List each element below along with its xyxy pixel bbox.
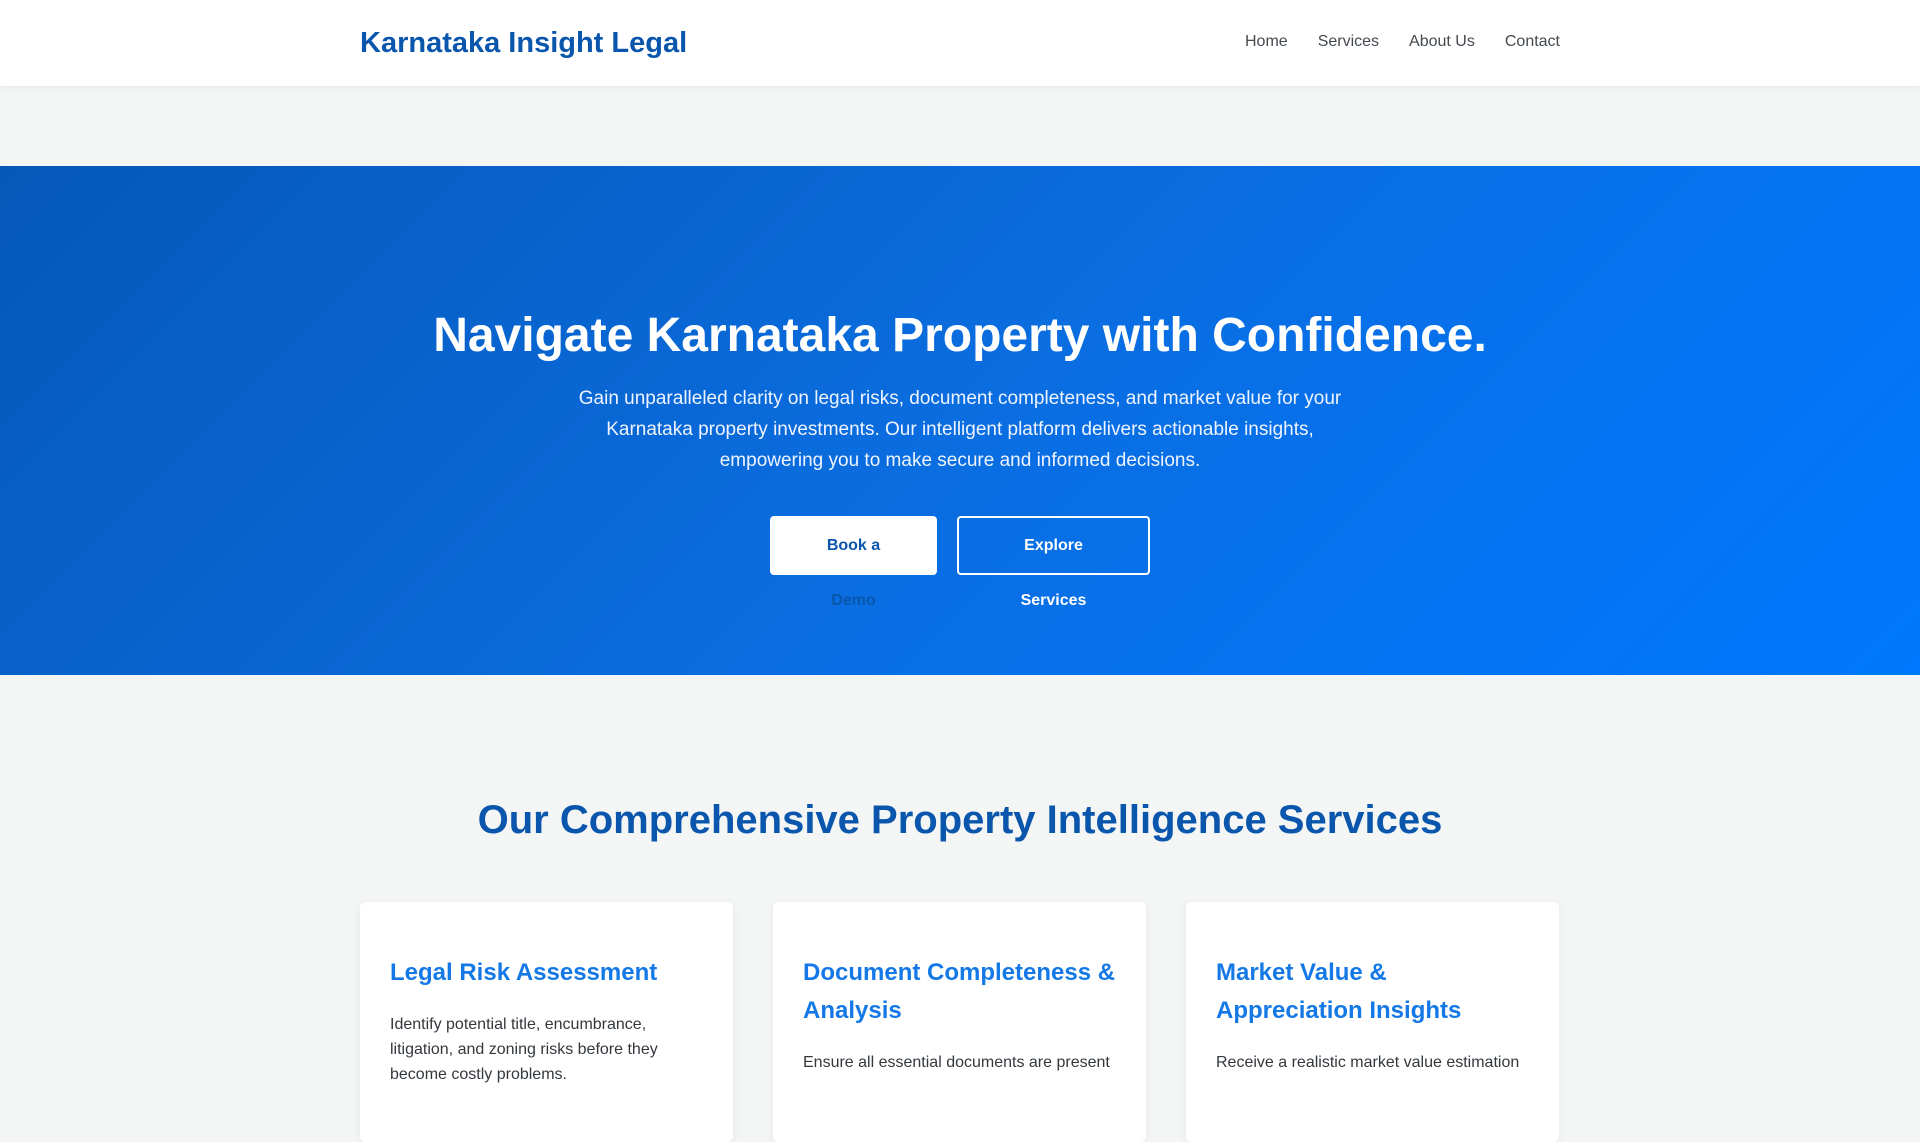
- service-card-text: Identify potential title, encumbrance, l…: [390, 1016, 658, 1083]
- nav-link-services[interactable]: Services: [1318, 33, 1379, 50]
- service-card-legal-risk: Legal Risk Assessment Identify potential…: [360, 902, 733, 1142]
- hero-section: Navigate Karnataka Property with Confide…: [0, 166, 1920, 675]
- nav-item-home: Home: [1245, 31, 1288, 53]
- services-title: Our Comprehensive Property Intelligence …: [477, 798, 1443, 842]
- main-nav: Home Services About Us Contact: [1245, 31, 1560, 53]
- nav-link-about-us[interactable]: About Us: [1409, 33, 1475, 50]
- hero-description: Gain unparalleled clarity on legal risks…: [578, 388, 1342, 471]
- services-cards: Legal Risk Assessment Identify potential…: [360, 902, 1560, 1142]
- service-card-title: Document Completeness & Analysis: [803, 959, 1116, 1024]
- service-card-market-value: Market Value & Appreciation Insights Rec…: [1186, 902, 1559, 1142]
- hero-title: Navigate Karnataka Property with Confide…: [433, 309, 1487, 362]
- site-header: Karnataka Insight Legal Home Services Ab…: [0, 0, 1920, 86]
- service-card-text: Ensure all essential documents are prese…: [803, 1054, 1110, 1071]
- brand-logo[interactable]: Karnataka Insight Legal: [360, 24, 687, 62]
- service-card-title: Legal Risk Assessment: [390, 959, 658, 986]
- nav-link-contact[interactable]: Contact: [1505, 33, 1560, 50]
- service-card-text: Receive a realistic market value estimat…: [1216, 1054, 1520, 1071]
- hero-actions: Book a Demo Explore Services: [0, 516, 1920, 609]
- service-card-document-analysis: Document Completeness & Analysis Ensure …: [773, 902, 1146, 1142]
- book-demo-button[interactable]: Book a Demo: [770, 516, 937, 609]
- nav-item-contact: Contact: [1505, 31, 1560, 53]
- service-card-title: Market Value & Appreciation Insights: [1216, 959, 1462, 1024]
- explore-services-button[interactable]: Explore Services: [957, 516, 1150, 609]
- nav-link-home[interactable]: Home: [1245, 33, 1288, 50]
- nav-item-services: Services: [1318, 31, 1379, 53]
- nav-item-about: About Us: [1409, 31, 1475, 53]
